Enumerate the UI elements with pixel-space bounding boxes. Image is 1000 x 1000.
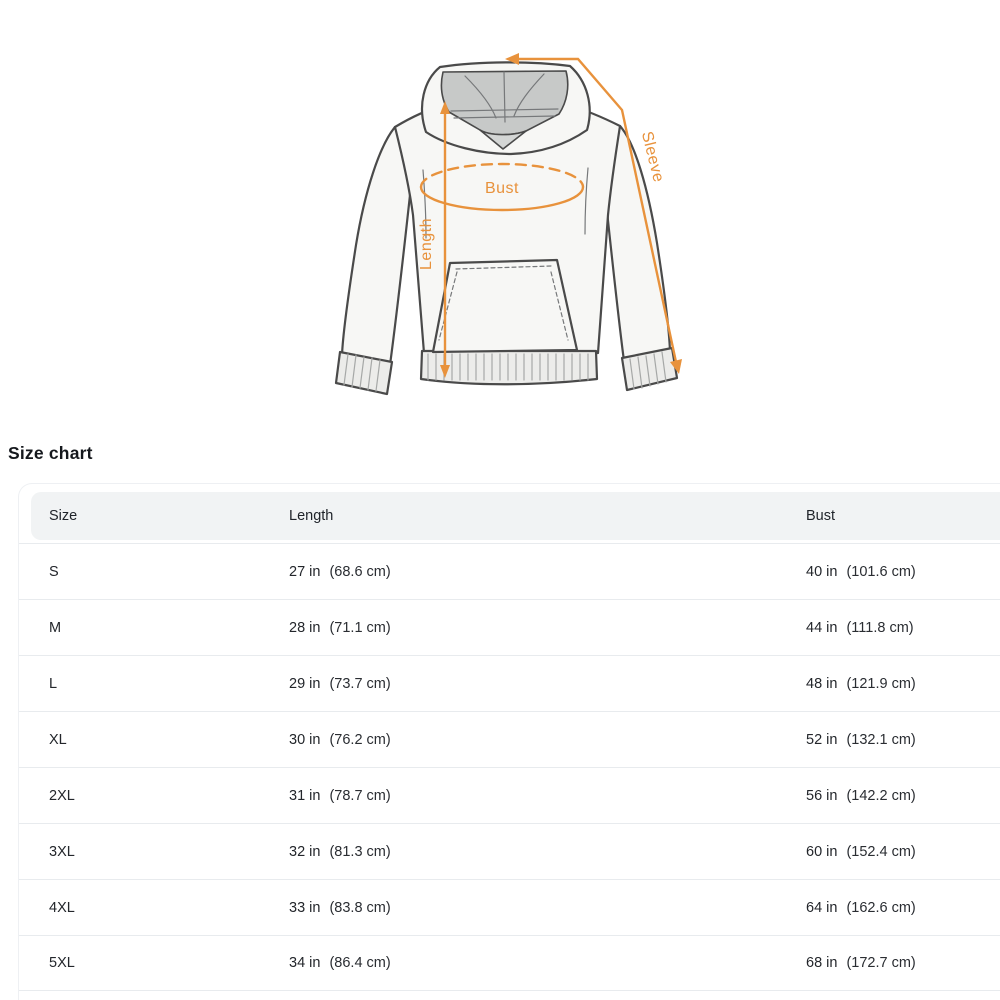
- size-value: XL: [49, 732, 289, 748]
- length-value: 27 in(68.6 cm): [289, 564, 806, 580]
- length-value: 34 in(86.4 cm): [289, 955, 806, 971]
- column-header-bust: Bust: [806, 508, 1000, 524]
- hoodie-pocket: [433, 260, 577, 352]
- table-row-4xl: 4XL 33 in(83.8 cm) 64 in(162.6 cm): [19, 879, 1000, 935]
- table-header-row: Size Length Bust: [31, 492, 1000, 540]
- bust-value: 44 in(111.8 cm): [806, 620, 1000, 636]
- table-row-3xl: 3XL 32 in(81.3 cm) 60 in(152.4 cm): [19, 823, 1000, 879]
- bust-value: 56 in(142.2 cm): [806, 788, 1000, 804]
- table-row-xl: XL 30 in(76.2 cm) 52 in(132.1 cm): [19, 711, 1000, 767]
- size-chart-table[interactable]: Size Length Bust S 27 in(68.6 cm) 40 in(…: [18, 483, 1000, 1000]
- size-value: 3XL: [49, 844, 289, 860]
- length-value: 32 in(81.3 cm): [289, 844, 806, 860]
- bust-value: 68 in(172.7 cm): [806, 955, 1000, 971]
- size-value: 5XL: [49, 955, 289, 971]
- hoodie-illustration: Bust Length Sleeve: [330, 10, 690, 430]
- length-value: 30 in(76.2 cm): [289, 732, 806, 748]
- size-value: 4XL: [49, 900, 289, 916]
- table-row-l: L 29 in(73.7 cm) 48 in(121.9 cm): [19, 655, 1000, 711]
- length-value: 28 in(71.1 cm): [289, 620, 806, 636]
- bust-value: 48 in(121.9 cm): [806, 676, 1000, 692]
- bust-value: 64 in(162.6 cm): [806, 900, 1000, 916]
- hoodie-measurement-diagram: Bust Length Sleeve: [330, 10, 690, 430]
- length-value: 31 in(78.7 cm): [289, 788, 806, 804]
- bust-value: 60 in(152.4 cm): [806, 844, 1000, 860]
- size-value: M: [49, 620, 289, 636]
- column-header-size: Size: [49, 508, 289, 524]
- bust-label: Bust: [485, 180, 519, 197]
- bust-value: 52 in(132.1 cm): [806, 732, 1000, 748]
- size-value: S: [49, 564, 289, 580]
- table-row-s: S 27 in(68.6 cm) 40 in(101.6 cm): [19, 543, 1000, 599]
- page-title: Size chart: [8, 443, 93, 464]
- size-value: L: [49, 676, 289, 692]
- length-value: 29 in(73.7 cm): [289, 676, 806, 692]
- length-value: 33 in(83.8 cm): [289, 900, 806, 916]
- column-header-length: Length: [289, 508, 806, 524]
- table-body: S 27 in(68.6 cm) 40 in(101.6 cm) M 28 in…: [19, 543, 1000, 991]
- table-row-2xl: 2XL 31 in(78.7 cm) 56 in(142.2 cm): [19, 767, 1000, 823]
- hoodie-left-sleeve: [342, 127, 411, 365]
- size-value: 2XL: [49, 788, 289, 804]
- size-chart-page: Bust Length Sleeve Size chart Size Lengt…: [0, 0, 1000, 1000]
- length-label: Length: [418, 218, 435, 270]
- table-row-5xl: 5XL 34 in(86.4 cm) 68 in(172.7 cm): [19, 935, 1000, 991]
- table-row-m: M 28 in(71.1 cm) 44 in(111.8 cm): [19, 599, 1000, 655]
- bust-value: 40 in(101.6 cm): [806, 564, 1000, 580]
